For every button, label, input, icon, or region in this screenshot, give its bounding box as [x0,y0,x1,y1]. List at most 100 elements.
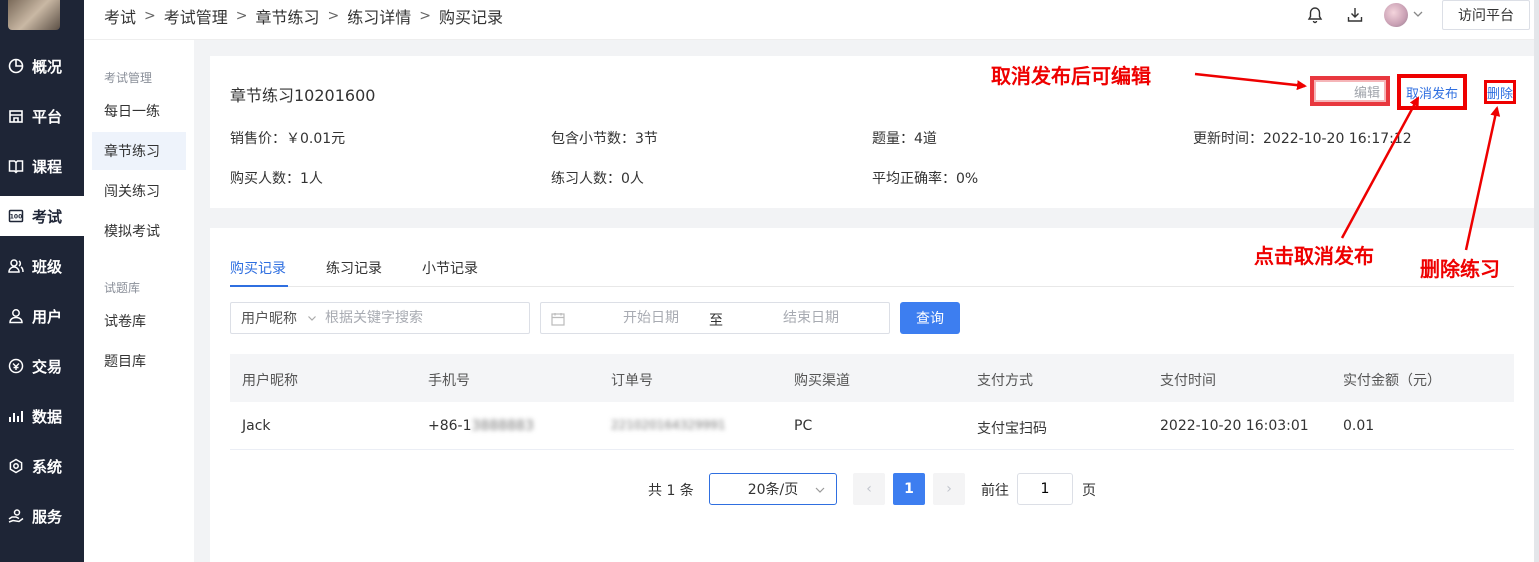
nav-item-data[interactable]: 数据 [0,396,84,436]
nav-item-platform[interactable]: 平台 [0,96,84,136]
cell-pay-method: 支付宝扫码 [977,421,1047,437]
column-header: 支付时间 [1160,373,1216,389]
page-number-current[interactable]: 1 [893,473,925,505]
service-icon [8,508,24,524]
submenu-item-challenge[interactable]: 闯关练习 [92,172,186,210]
visit-platform-button[interactable]: 访问平台 [1442,0,1530,30]
nav-item-course[interactable]: 课程 [0,146,84,186]
nav-label: 交易 [32,357,63,376]
search-field-value: 用户昵称 [241,311,297,327]
trade-icon [8,358,24,374]
goto-page-input[interactable] [1017,473,1073,505]
platform-logo[interactable] [8,0,60,30]
avatar[interactable] [1384,3,1408,27]
exam-icon: 100 [8,208,24,224]
submenu-group-title: 试题库 [104,281,141,295]
breadcrumb-item[interactable]: 章节练习 [256,4,320,28]
pager-total: 共 1 条 [648,483,694,499]
breadcrumb-item[interactable]: 考试管理 [164,4,228,28]
bell-icon[interactable] [1306,6,1324,24]
class-icon [8,258,24,274]
nav-item-trade[interactable]: 交易 [0,346,84,386]
column-header: 手机号 [428,373,470,389]
nav-label: 系统 [32,457,63,476]
submenu-item-chapter[interactable]: 章节练习 [92,132,186,170]
edit-button[interactable]: 编辑 [1310,76,1390,106]
breadcrumb: 考试 > 考试管理 > 章节练习 > 练习详情 > 购买记录 [104,0,503,32]
column-header: 实付金额（元） [1343,373,1441,389]
column-header: 支付方式 [977,373,1033,389]
price-field: 销售价：￥0.01元 [230,131,346,147]
submenu-item-daily[interactable]: 每日一练 [92,92,186,130]
gear-icon [8,458,24,474]
updated-field: 更新时间：2022-10-20 16:17:12 [1193,131,1412,147]
goto-label: 前往 [981,483,1009,499]
phone-prefix: +86-1 [428,418,472,434]
column-header: 购买渠道 [794,373,850,389]
nav-item-overview[interactable]: 概况 [0,46,84,86]
chevron-right-icon: > [144,8,156,24]
next-page-button[interactable]: › [933,473,965,505]
nav-label: 概况 [32,57,63,76]
breadcrumb-current: 购买记录 [439,8,504,27]
table-header: 用户昵称 手机号 订单号 购买渠道 支付方式 支付时间 实付金额（元） [230,354,1514,402]
practice-title: 章节练习10201600 [230,86,376,105]
column-header: 订单号 [611,373,653,389]
column-header: 用户昵称 [242,373,298,389]
cell-amount: 0.01 [1343,418,1375,434]
nav-item-user[interactable]: 用户 [0,296,84,336]
nav-label: 服务 [32,507,63,526]
cell-channel: PC [794,418,813,434]
submenu-item-mock[interactable]: 模拟考试 [92,212,186,250]
chevron-down-icon[interactable] [1412,8,1424,20]
delete-button[interactable]: 删除 [1484,80,1516,104]
cell-order-number: 221020164329991 [611,418,726,432]
accuracy-field: 平均正确率：0% [872,171,979,187]
tab-section-records[interactable]: 小节记录 [422,258,478,278]
book-icon [8,158,24,174]
cell-nickname: Jack [242,418,271,434]
chevron-down-icon [308,316,316,321]
start-date-input[interactable] [591,304,711,332]
exam-submenu: 考试管理 每日一练 章节练习 闯关练习 模拟考试 试题库 试卷库 题目库 [84,40,194,562]
bar-chart-icon [8,408,24,424]
table-row: Jack +86-13888883 221020164329991 PC 支付宝… [230,402,1514,450]
download-icon[interactable] [1346,6,1364,24]
annotation-delete-note: 删除练习 [1420,257,1500,281]
annotation-edit-note: 取消发布后可编辑 [991,64,1151,88]
page-size-select[interactable]: 20条/页 [709,473,837,505]
tab-purchase-records[interactable]: 购买记录 [230,258,286,278]
page-size-value: 20条/页 [747,482,799,498]
cell-pay-time: 2022-10-20 16:03:01 [1160,418,1309,434]
goto-suffix: 页 [1082,483,1096,499]
tab-divider [230,286,1514,287]
nav-item-class[interactable]: 班级 [0,246,84,286]
date-range-picker[interactable]: 至 [540,302,890,334]
chevron-right-icon: > [235,8,248,24]
nav-label: 数据 [32,407,63,426]
nav-item-exam[interactable]: 100 考试 [0,196,84,236]
nav-label: 平台 [32,107,63,126]
tab-practice-records[interactable]: 练习记录 [326,258,382,278]
search-field-select[interactable]: 用户昵称 [231,303,325,333]
chevron-right-icon: > [419,8,431,24]
unpublish-button[interactable]: 取消发布 [1397,74,1467,110]
prev-page-button[interactable]: ‹ [853,473,885,505]
tab-active-indicator [230,285,288,287]
chevron-right-icon: > [327,8,340,24]
submenu-item-paper-bank[interactable]: 试卷库 [92,302,186,340]
user-icon [8,308,24,324]
nav-item-service[interactable]: 服务 [0,496,84,536]
search-input[interactable] [325,304,521,332]
questions-field: 题量：4道 [872,131,937,147]
nav-label: 课程 [32,157,63,176]
nav-item-system[interactable]: 系统 [0,446,84,486]
svg-text:100: 100 [10,214,23,221]
submenu-group-title: 考试管理 [104,71,153,85]
submenu-item-question-bank[interactable]: 题目库 [92,342,186,380]
end-date-input[interactable] [751,304,871,332]
page-scrollbar[interactable] [1534,0,1539,562]
breadcrumb-item[interactable]: 考试 [104,4,136,28]
query-button[interactable]: 查询 [900,302,960,334]
breadcrumb-item[interactable]: 练习详情 [347,4,411,28]
